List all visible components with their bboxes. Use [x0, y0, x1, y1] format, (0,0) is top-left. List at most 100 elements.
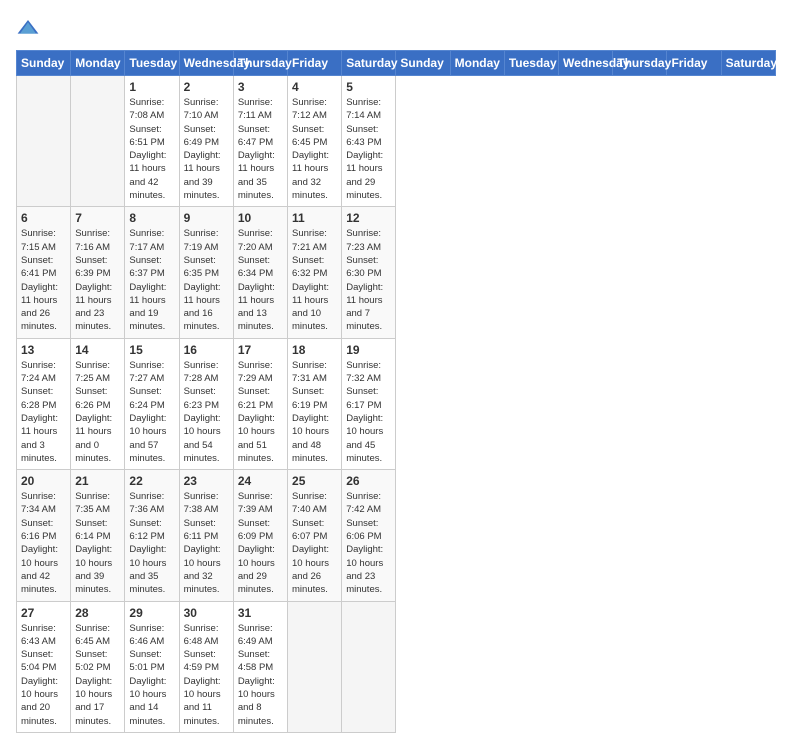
day-info: Sunrise: 7:42 AMSunset: 6:06 PMDaylight:…	[346, 490, 391, 596]
day-number: 30	[184, 606, 229, 620]
calendar-cell: 30Sunrise: 6:48 AMSunset: 4:59 PMDayligh…	[179, 601, 233, 732]
col-header-wednesday: Wednesday	[559, 51, 613, 76]
col-header-tuesday: Tuesday	[125, 51, 179, 76]
day-info: Sunrise: 7:16 AMSunset: 6:39 PMDaylight:…	[75, 227, 120, 333]
calendar-cell: 12Sunrise: 7:23 AMSunset: 6:30 PMDayligh…	[342, 207, 396, 338]
calendar-cell	[342, 601, 396, 732]
day-number: 9	[184, 211, 229, 225]
calendar-cell: 25 Sunrise: 7:40 AMSunset: 6:07 PMDayligh…	[288, 470, 342, 601]
calendar-cell: 19Sunrise: 7:32 AMSunset: 6:17 PMDayligh…	[342, 338, 396, 469]
calendar-cell: 15 Sunrise: 7:27 AMSunset: 6:24 PMDayligh…	[125, 338, 179, 469]
calendar-cell: 9 Sunrise: 7:19 AMSunset: 6:35 PMDaylight…	[179, 207, 233, 338]
col-header-sunday: Sunday	[17, 51, 71, 76]
calendar-cell: 7 Sunrise: 7:16 AMSunset: 6:39 PMDaylight…	[71, 207, 125, 338]
col-header-saturday: Saturday	[721, 51, 775, 76]
calendar-cell: 10 Sunrise: 7:20 AMSunset: 6:34 PMDayligh…	[233, 207, 287, 338]
day-info: Sunrise: 7:24 AMSunset: 6:28 PMDaylight:…	[21, 359, 66, 465]
day-number: 7	[75, 211, 120, 225]
day-number: 22	[129, 474, 174, 488]
col-header-monday: Monday	[71, 51, 125, 76]
calendar-week-4: 20 Sunrise: 7:34 AMSunset: 6:16 PMDayligh…	[17, 470, 776, 601]
logo	[16, 16, 44, 40]
calendar-cell: 21 Sunrise: 7:35 AMSunset: 6:14 PMDayligh…	[71, 470, 125, 601]
calendar-cell: 6Sunrise: 7:15 AMSunset: 6:41 PMDaylight…	[17, 207, 71, 338]
day-info: Sunrise: 7:34 AMSunset: 6:16 PMDaylight:…	[21, 490, 66, 596]
day-number: 2	[184, 80, 229, 94]
day-info: Sunrise: 7:27 AMSunset: 6:24 PMDaylight:…	[129, 359, 174, 465]
calendar-cell: 20 Sunrise: 7:34 AMSunset: 6:16 PMDayligh…	[17, 470, 71, 601]
calendar-cell: 24 Sunrise: 7:39 AMSunset: 6:09 PMDayligh…	[233, 470, 287, 601]
calendar-cell: 26 Sunrise: 7:42 AMSunset: 6:06 PMDayligh…	[342, 470, 396, 601]
calendar-cell: 14Sunrise: 7:25 AMSunset: 6:26 PMDayligh…	[71, 338, 125, 469]
calendar-cell: 8 Sunrise: 7:17 AMSunset: 6:37 PMDaylight…	[125, 207, 179, 338]
calendar-table: SundayMondayTuesdayWednesdayThursdayFrid…	[16, 50, 776, 733]
calendar-cell: 11 Sunrise: 7:21 AMSunset: 6:32 PMDayligh…	[288, 207, 342, 338]
day-info: Sunrise: 6:46 AMSunset: 5:01 PMDaylight:…	[129, 622, 174, 728]
calendar-cell: 17 Sunrise: 7:29 AMSunset: 6:21 PMDayligh…	[233, 338, 287, 469]
day-number: 24	[238, 474, 283, 488]
day-info: Sunrise: 7:39 AMSunset: 6:09 PMDaylight:…	[238, 490, 283, 596]
day-number: 23	[184, 474, 229, 488]
day-number: 15	[129, 343, 174, 357]
day-info: Sunrise: 7:40 AMSunset: 6:07 PMDaylight:…	[292, 490, 337, 596]
day-info: Sunrise: 7:31 AMSunset: 6:19 PMDaylight:…	[292, 359, 337, 465]
col-header-tuesday: Tuesday	[504, 51, 558, 76]
calendar-week-5: 27 Sunrise: 6:43 AMSunset: 5:04 PMDayligh…	[17, 601, 776, 732]
calendar-cell	[17, 76, 71, 207]
day-number: 19	[346, 343, 391, 357]
day-info: Sunrise: 6:49 AMSunset: 4:58 PMDaylight:…	[238, 622, 283, 728]
day-number: 17	[238, 343, 283, 357]
calendar-cell	[288, 601, 342, 732]
day-number: 13	[21, 343, 66, 357]
calendar-cell: 18 Sunrise: 7:31 AMSunset: 6:19 PMDayligh…	[288, 338, 342, 469]
day-number: 8	[129, 211, 174, 225]
col-header-saturday: Saturday	[342, 51, 396, 76]
day-info: Sunrise: 7:08 AMSunset: 6:51 PMDaylight:…	[129, 96, 174, 202]
calendar-cell: 31Sunrise: 6:49 AMSunset: 4:58 PMDayligh…	[233, 601, 287, 732]
calendar-cell: 2 Sunrise: 7:10 AMSunset: 6:49 PMDaylight…	[179, 76, 233, 207]
day-number: 25	[292, 474, 337, 488]
day-info: Sunrise: 7:36 AMSunset: 6:12 PMDaylight:…	[129, 490, 174, 596]
day-info: Sunrise: 7:15 AMSunset: 6:41 PMDaylight:…	[21, 227, 66, 333]
day-number: 3	[238, 80, 283, 94]
day-number: 10	[238, 211, 283, 225]
day-info: Sunrise: 7:12 AMSunset: 6:45 PMDaylight:…	[292, 96, 337, 202]
calendar-cell: 1 Sunrise: 7:08 AMSunset: 6:51 PMDaylight…	[125, 76, 179, 207]
day-number: 12	[346, 211, 391, 225]
calendar-cell: 22 Sunrise: 7:36 AMSunset: 6:12 PMDayligh…	[125, 470, 179, 601]
calendar-cell: 16 Sunrise: 7:28 AMSunset: 6:23 PMDayligh…	[179, 338, 233, 469]
day-info: Sunrise: 7:19 AMSunset: 6:35 PMDaylight:…	[184, 227, 229, 333]
day-info: Sunrise: 7:11 AMSunset: 6:47 PMDaylight:…	[238, 96, 283, 202]
day-info: Sunrise: 7:17 AMSunset: 6:37 PMDaylight:…	[129, 227, 174, 333]
calendar-week-2: 6Sunrise: 7:15 AMSunset: 6:41 PMDaylight…	[17, 207, 776, 338]
col-header-wednesday: Wednesday	[179, 51, 233, 76]
day-number: 20	[21, 474, 66, 488]
day-info: Sunrise: 7:10 AMSunset: 6:49 PMDaylight:…	[184, 96, 229, 202]
day-info: Sunrise: 7:38 AMSunset: 6:11 PMDaylight:…	[184, 490, 229, 596]
day-info: Sunrise: 7:35 AMSunset: 6:14 PMDaylight:…	[75, 490, 120, 596]
day-info: Sunrise: 7:20 AMSunset: 6:34 PMDaylight:…	[238, 227, 283, 333]
day-info: Sunrise: 7:29 AMSunset: 6:21 PMDaylight:…	[238, 359, 283, 465]
calendar-cell: 3 Sunrise: 7:11 AMSunset: 6:47 PMDaylight…	[233, 76, 287, 207]
day-info: Sunrise: 6:43 AMSunset: 5:04 PMDaylight:…	[21, 622, 66, 728]
day-number: 27	[21, 606, 66, 620]
calendar-cell: 28Sunrise: 6:45 AMSunset: 5:02 PMDayligh…	[71, 601, 125, 732]
day-number: 4	[292, 80, 337, 94]
calendar-cell: 23 Sunrise: 7:38 AMSunset: 6:11 PMDayligh…	[179, 470, 233, 601]
day-number: 21	[75, 474, 120, 488]
calendar-cell: 13 Sunrise: 7:24 AMSunset: 6:28 PMDayligh…	[17, 338, 71, 469]
calendar-cell	[71, 76, 125, 207]
day-number: 11	[292, 211, 337, 225]
day-number: 16	[184, 343, 229, 357]
day-info: Sunrise: 6:45 AMSunset: 5:02 PMDaylight:…	[75, 622, 120, 728]
day-info: Sunrise: 7:28 AMSunset: 6:23 PMDaylight:…	[184, 359, 229, 465]
calendar-week-1: 1 Sunrise: 7:08 AMSunset: 6:51 PMDaylight…	[17, 76, 776, 207]
page-header	[16, 16, 776, 40]
logo-icon	[16, 16, 40, 40]
day-number: 18	[292, 343, 337, 357]
day-number: 26	[346, 474, 391, 488]
day-info: Sunrise: 7:21 AMSunset: 6:32 PMDaylight:…	[292, 227, 337, 333]
day-number: 1	[129, 80, 174, 94]
col-header-thursday: Thursday	[613, 51, 667, 76]
calendar-cell: 4 Sunrise: 7:12 AMSunset: 6:45 PMDaylight…	[288, 76, 342, 207]
